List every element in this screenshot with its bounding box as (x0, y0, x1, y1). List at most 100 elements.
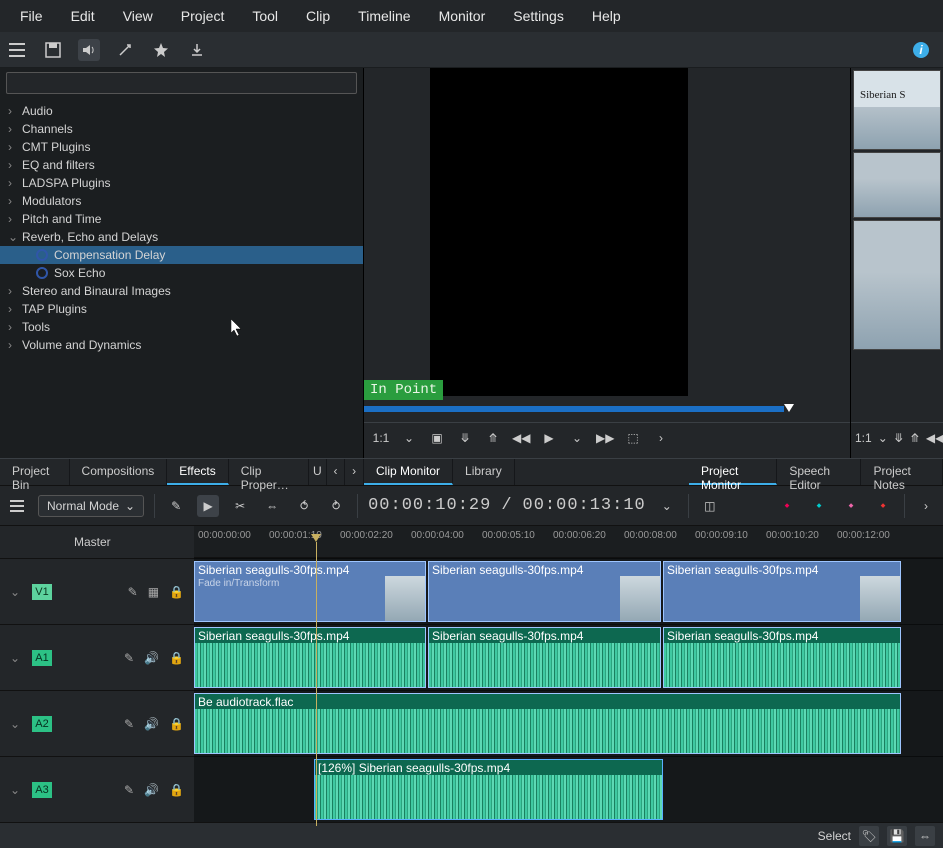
menu-view[interactable]: View (111, 4, 165, 28)
download-icon[interactable] (186, 39, 208, 61)
edit-icon[interactable]: ✎ (124, 651, 134, 665)
track-tag[interactable]: A3 (32, 782, 52, 798)
tree-item-volume[interactable]: ›Volume and Dynamics (0, 336, 363, 354)
audio-icon[interactable]: 🔊 (144, 651, 159, 665)
tool-select-icon[interactable]: ▶ (197, 495, 219, 517)
marker-pink-icon[interactable]: ⬩ (840, 495, 862, 517)
track-a2[interactable]: Be audiotrack.flac (194, 690, 943, 756)
track-head-a2[interactable]: ⌄ A2 ✎ 🔊 🔒 (0, 690, 194, 756)
chevron-down-icon[interactable]: ⌄ (656, 495, 678, 517)
tree-item-stereo[interactable]: ›Stereo and Binaural Images (0, 282, 363, 300)
info-icon[interactable]: i (913, 42, 929, 58)
star-icon[interactable] (150, 39, 172, 61)
marker-red-icon[interactable]: ⬩ (776, 495, 798, 517)
playhead[interactable] (316, 542, 317, 826)
menu-help[interactable]: Help (580, 4, 633, 28)
lock-icon[interactable]: 🔒 (169, 651, 184, 665)
play-icon[interactable]: ▶ (540, 431, 558, 445)
in-icon[interactable]: ⤋ (894, 431, 904, 445)
tab-library[interactable]: Library (453, 459, 515, 485)
timecode-current[interactable]: 00:00:10:29 (368, 496, 491, 515)
collapse-icon[interactable]: ⌄ (10, 651, 24, 665)
tree-child-soxecho[interactable]: Sox Echo (0, 264, 363, 282)
effects-search-input[interactable] (6, 72, 357, 94)
forward-icon[interactable]: ▶▶ (596, 431, 614, 445)
next-icon[interactable]: › (652, 431, 670, 445)
track-tag[interactable]: A2 (32, 716, 52, 732)
audio-clip[interactable]: Siberian seagulls-30fps.mp4 (194, 627, 426, 688)
film-icon[interactable]: ▦ (148, 585, 159, 599)
edit-mode-selector[interactable]: Normal Mode⌄ (38, 495, 144, 517)
menu-edit[interactable]: Edit (59, 4, 107, 28)
menu-settings[interactable]: Settings (501, 4, 576, 28)
audio-clip[interactable]: [126%] Siberian seagulls-30fps.mp4 (314, 759, 663, 820)
timeline-body[interactable]: 00:00:00:00 00:00:01:10 00:00:02:20 00:0… (194, 526, 943, 826)
chevron-down-icon[interactable]: ⌄ (878, 431, 888, 445)
track-head-a3[interactable]: ⌄ A3 ✎🔊🔒 (0, 756, 194, 822)
menu-tool[interactable]: Tool (240, 4, 290, 28)
edit-icon[interactable]: ✎ (124, 717, 134, 731)
track-tag[interactable]: A1 (32, 650, 52, 666)
audio-icon[interactable]: 🔊 (144, 783, 159, 797)
tab-project-bin[interactable]: Project Bin (0, 459, 70, 485)
tree-item-eq[interactable]: ›EQ and filters (0, 156, 363, 174)
video-clip[interactable]: Siberian seagulls-30fps.mp4 (663, 561, 901, 622)
tool-spacer-icon[interactable]: ⇔ (261, 495, 283, 517)
tab-effects[interactable]: Effects (167, 459, 228, 485)
collapse-icon[interactable]: ⌄ (10, 717, 24, 731)
track-head-a1[interactable]: ⌄ A1 ✎ 🔊 🔒 (0, 624, 194, 690)
tab-clip-properties[interactable]: Clip Proper… (229, 459, 309, 485)
track-a1[interactable]: Siberian seagulls-30fps.mp4 Siberian sea… (194, 624, 943, 690)
rewind-icon[interactable]: ◀◀ (926, 431, 943, 445)
toolbar-next-icon[interactable]: › (915, 495, 937, 517)
track-tag[interactable]: V1 (32, 584, 52, 600)
marker-red2-icon[interactable]: ⬩ (872, 495, 894, 517)
expand-icon[interactable]: ⇔ (915, 826, 935, 846)
track-a3[interactable]: [126%] Siberian seagulls-30fps.mp4 (194, 756, 943, 822)
tree-item-audio[interactable]: ›Audio (0, 102, 363, 120)
chevron-down-icon[interactable]: ⌄ (400, 431, 418, 445)
tool-cut-icon[interactable]: ✂ (229, 495, 251, 517)
tree-item-tap[interactable]: ›TAP Plugins (0, 300, 363, 318)
list-icon[interactable] (6, 39, 28, 61)
audio-icon[interactable]: 🔊 (144, 717, 159, 731)
tab-compositions[interactable]: Compositions (70, 459, 168, 485)
tool-zone-out-icon[interactable]: ⥁ (325, 495, 347, 517)
crop-icon[interactable]: ⬚ (624, 431, 642, 445)
in-icon[interactable]: ⤋ (456, 431, 474, 445)
tool-wand-icon[interactable]: ✎ (165, 495, 187, 517)
audio-clip[interactable]: Siberian seagulls-30fps.mp4 (663, 627, 901, 688)
video-clip[interactable]: Siberian seagulls-30fps.mp4Fade in/Trans… (194, 561, 426, 622)
track-v1[interactable]: Siberian seagulls-30fps.mp4Fade in/Trans… (194, 558, 943, 624)
audio-clip[interactable]: Be audiotrack.flac (194, 693, 901, 754)
audio-clip[interactable]: Siberian seagulls-30fps.mp4 (428, 627, 661, 688)
menu-file[interactable]: File (8, 4, 55, 28)
track-head-v1[interactable]: ⌄ V1 ✎▦🔒 (0, 558, 194, 624)
save-icon[interactable]: 💾 (887, 826, 907, 846)
chevron-down-icon[interactable]: ⌄ (568, 431, 586, 445)
menu-project[interactable]: Project (169, 4, 237, 28)
menu-monitor[interactable]: Monitor (427, 4, 498, 28)
tab-clip-monitor[interactable]: Clip Monitor (364, 459, 453, 485)
clip-monitor-viewport[interactable] (430, 68, 688, 396)
rewind-icon[interactable]: ◀◀ (512, 431, 530, 445)
marker-teal-icon[interactable]: ⬩ (808, 495, 830, 517)
lock-icon[interactable]: 🔒 (169, 717, 184, 731)
lock-icon[interactable]: 🔒 (169, 585, 184, 599)
collapse-icon[interactable]: ⌄ (10, 585, 24, 599)
clip-monitor-scrubber[interactable] (364, 404, 850, 416)
tree-item-tools[interactable]: ›Tools (0, 318, 363, 336)
out-icon[interactable]: ⤊ (484, 431, 502, 445)
tree-item-ladspa[interactable]: ›LADSPA Plugins (0, 174, 363, 192)
hamburger-icon[interactable] (6, 495, 28, 517)
tab-speech-editor[interactable]: Speech Editor (777, 459, 861, 485)
tree-item-cmt[interactable]: ›CMT Plugins (0, 138, 363, 156)
audio-icon[interactable] (78, 39, 100, 61)
tab-project-monitor[interactable]: Project Monitor (689, 459, 777, 485)
tab-prev-icon[interactable]: ‹ (327, 459, 346, 485)
edit-icon[interactable]: ✎ (124, 783, 134, 797)
timeline-ruler[interactable]: 00:00:00:00 00:00:01:10 00:00:02:20 00:0… (194, 526, 943, 558)
save-icon[interactable] (42, 39, 64, 61)
pip-icon[interactable]: ◫ (699, 495, 721, 517)
tag-icon[interactable]: 🏷 (859, 826, 879, 846)
